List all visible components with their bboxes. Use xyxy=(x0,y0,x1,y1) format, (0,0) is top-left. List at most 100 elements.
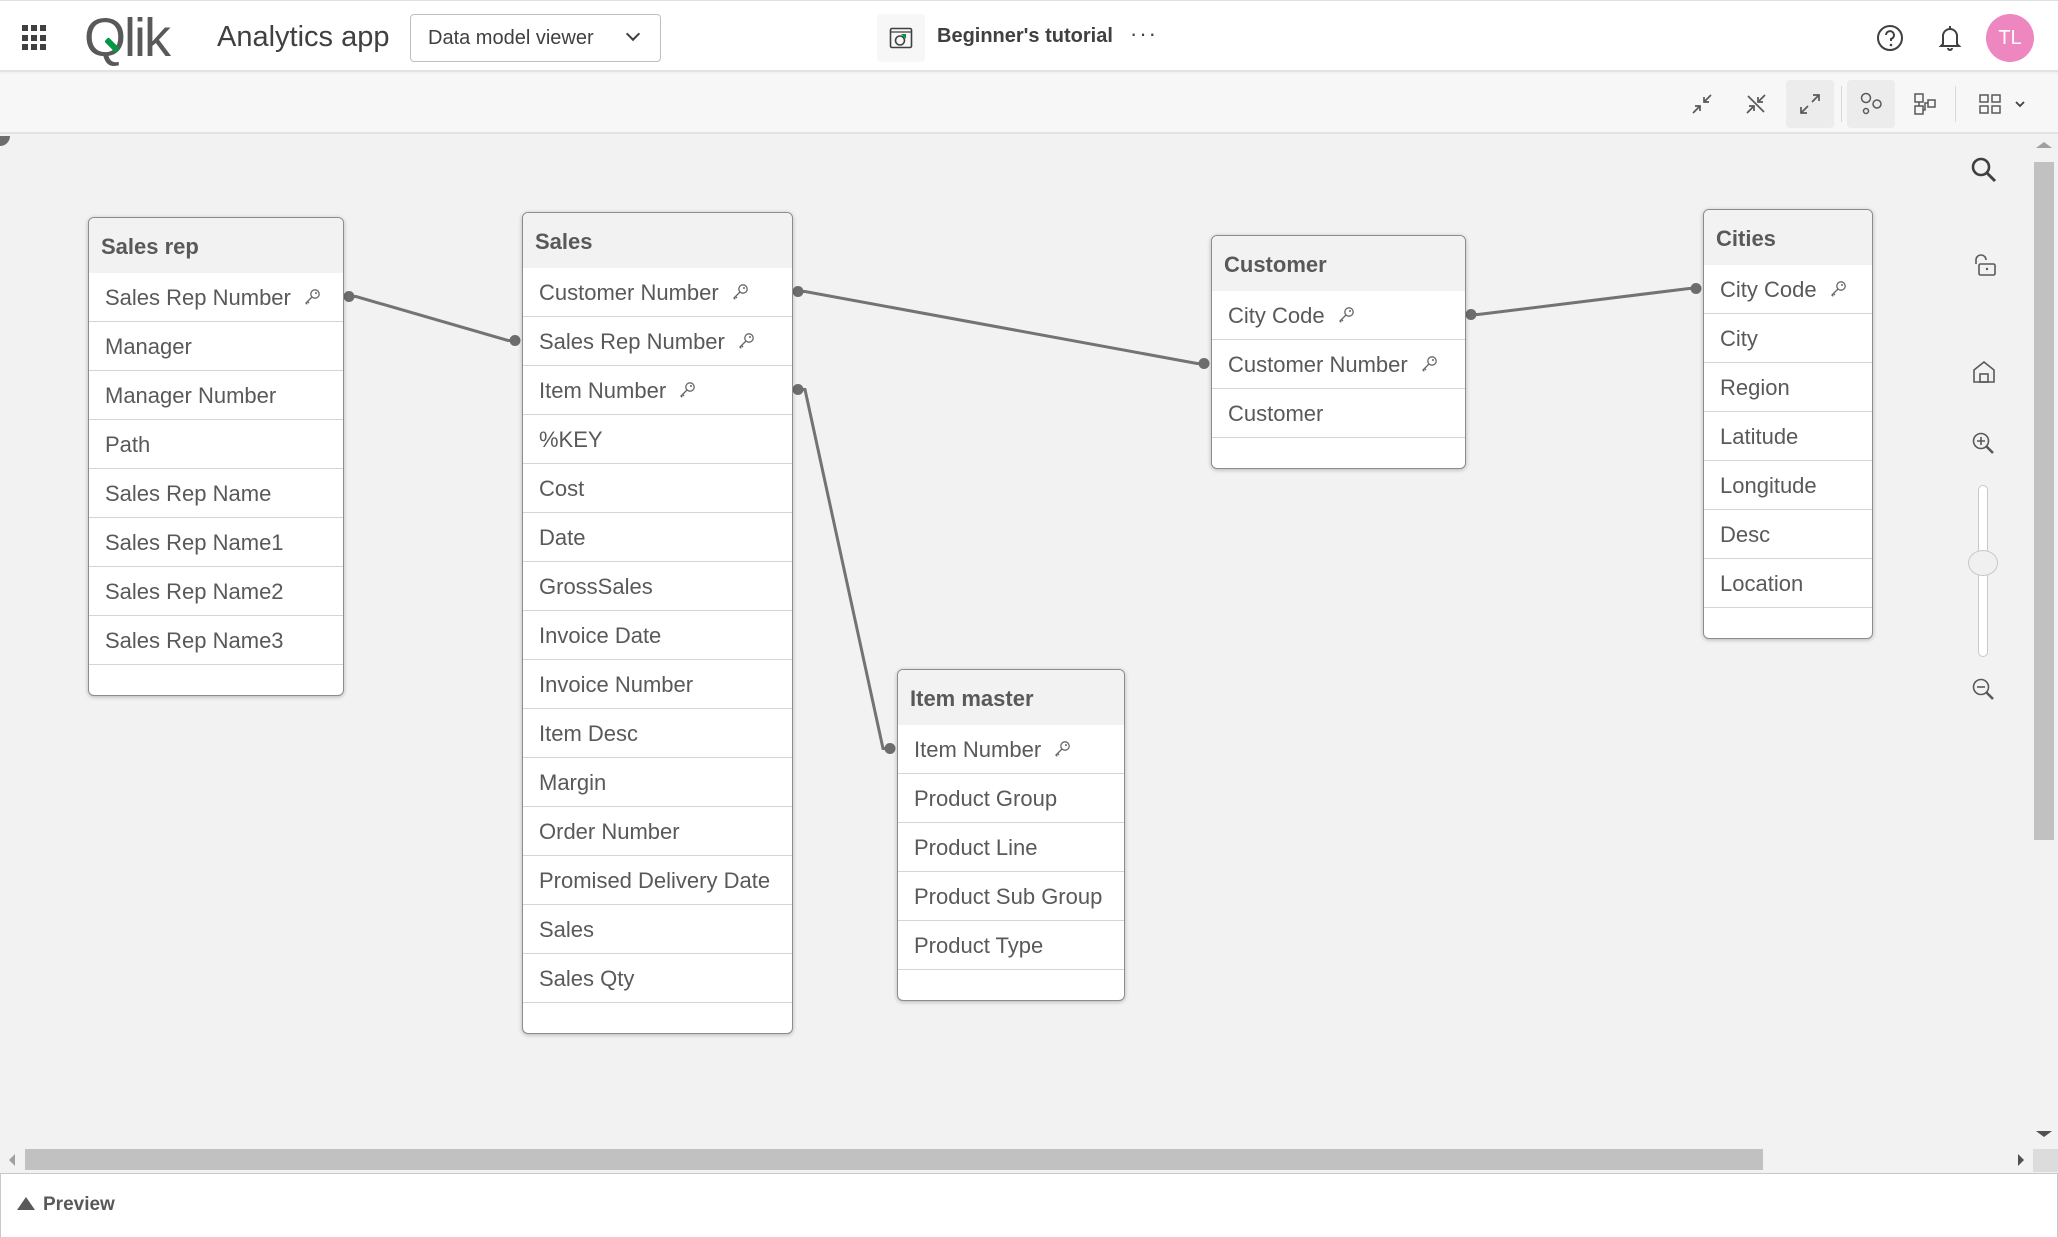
field-label: Sales xyxy=(539,917,595,942)
field-row[interactable]: Item Number xyxy=(523,366,792,415)
field-label: Sales Rep Name xyxy=(105,481,272,506)
association-endpoint xyxy=(792,286,804,297)
field-row[interactable]: Sales Rep Name xyxy=(89,469,343,518)
association-line-sales-rep-number[interactable] xyxy=(349,295,515,342)
field-row[interactable]: Sales Rep Name3 xyxy=(89,616,343,665)
field-row[interactable]: GrossSales xyxy=(523,562,792,611)
table-customer[interactable]: Customer City Code Customer Number Customer xyxy=(1211,235,1466,469)
field-row[interactable]: Manager xyxy=(89,322,343,371)
table-item-master[interactable]: Item master Item Number Product Group Produ… xyxy=(897,669,1125,1001)
help-icon[interactable] xyxy=(1875,23,1905,53)
key-icon xyxy=(1053,738,1071,764)
field-label: Sales Rep Number xyxy=(539,329,725,354)
field-row[interactable]: Invoice Date xyxy=(523,611,792,660)
field-row[interactable]: City Code xyxy=(1212,291,1465,340)
table-header[interactable]: Sales rep xyxy=(89,218,343,273)
association-endpoint xyxy=(1198,358,1210,369)
field-row[interactable]: Sales Rep Number xyxy=(89,273,343,322)
field-row[interactable]: Cost xyxy=(523,464,792,513)
collapse-all-button[interactable] xyxy=(1678,80,1726,128)
field-row[interactable]: Sales Rep Name1 xyxy=(89,518,343,567)
field-label: City xyxy=(1720,326,1758,351)
association-line-item-number[interactable] xyxy=(798,388,890,750)
preview-label: Preview xyxy=(43,1194,115,1215)
nav-select-dropdown[interactable]: Data model viewer xyxy=(410,14,661,62)
field-row[interactable]: Longitude xyxy=(1704,461,1872,510)
field-row[interactable]: Date xyxy=(523,513,792,562)
vertical-scrollbar[interactable] xyxy=(2030,136,2058,1149)
field-row[interactable]: Promised Delivery Date xyxy=(523,856,792,905)
field-row[interactable]: Sales Rep Name2 xyxy=(89,567,343,616)
field-row[interactable]: Customer xyxy=(1212,389,1465,438)
bubbles-icon xyxy=(1860,92,1882,115)
table-header[interactable]: Sales xyxy=(523,213,792,268)
table-header[interactable]: Customer xyxy=(1212,236,1465,291)
table-header[interactable]: Cities xyxy=(1704,210,1872,265)
data-model-canvas[interactable]: Sales rep Sales Rep Number Manager Manager … xyxy=(0,136,2030,1149)
expand-all-button[interactable] xyxy=(1786,80,1834,128)
field-row[interactable]: Customer Number xyxy=(1212,340,1465,389)
field-row[interactable]: %KEY xyxy=(523,415,792,464)
field-row[interactable]: Path xyxy=(89,420,343,469)
home-icon[interactable] xyxy=(1970,358,1998,386)
field-row[interactable]: Desc xyxy=(1704,510,1872,559)
field-label: Product Sub Group xyxy=(914,884,1103,909)
field-row[interactable]: Product Group xyxy=(898,774,1124,823)
scroll-right-arrow[interactable] xyxy=(2018,1154,2024,1166)
show-linked-button[interactable] xyxy=(1732,80,1780,128)
bell-icon[interactable] xyxy=(1935,23,1965,53)
scroll-down-arrow[interactable] xyxy=(2036,1131,2052,1137)
zoom-slider-thumb[interactable] xyxy=(1968,550,1998,576)
zoom-out-icon[interactable] xyxy=(1970,676,1998,704)
field-row[interactable]: Sales xyxy=(523,905,792,954)
scroll-up-arrow[interactable] xyxy=(2036,142,2052,148)
field-label: Location xyxy=(1720,571,1804,596)
preview-toggle-button[interactable]: Preview xyxy=(17,1194,115,1216)
vertical-scroll-thumb[interactable] xyxy=(2034,162,2054,840)
source-table-view-button[interactable] xyxy=(1901,80,1949,128)
table-cities[interactable]: Cities City Code City Region Latitude Longitu… xyxy=(1703,209,1873,639)
association-line-city-code[interactable] xyxy=(1471,287,1696,316)
more-options-button[interactable]: ··· xyxy=(1130,21,1158,47)
table-sales-rep[interactable]: Sales rep Sales Rep Number Manager Manager … xyxy=(88,217,344,696)
field-row[interactable]: Latitude xyxy=(1704,412,1872,461)
field-row[interactable]: Product Line xyxy=(898,823,1124,872)
field-label: Invoice Date xyxy=(539,623,662,648)
field-row[interactable]: Item Desc xyxy=(523,709,792,758)
field-row[interactable]: Customer Number xyxy=(523,268,792,317)
field-row[interactable]: Margin xyxy=(523,758,792,807)
field-row[interactable]: Product Type xyxy=(898,921,1124,970)
key-icon xyxy=(1420,353,1438,379)
table-footer xyxy=(89,665,343,695)
lock-icon[interactable] xyxy=(1970,252,1998,280)
search-icon[interactable] xyxy=(1970,156,1998,184)
horizontal-scroll-thumb[interactable] xyxy=(25,1149,1763,1170)
toolbar-divider xyxy=(1955,86,1956,122)
field-row[interactable]: Region xyxy=(1704,363,1872,412)
field-row[interactable]: Item Number xyxy=(898,725,1124,774)
table-header[interactable]: Item master xyxy=(898,670,1124,725)
field-row[interactable]: Manager Number xyxy=(89,371,343,420)
user-avatar[interactable]: TL xyxy=(1986,14,2034,62)
association-line-customer-number[interactable] xyxy=(798,290,1204,365)
horizontal-scrollbar[interactable] xyxy=(0,1149,2030,1172)
table-sales[interactable]: Sales Customer Number Sales Rep Number Item… xyxy=(522,212,793,1034)
field-row[interactable]: Invoice Number xyxy=(523,660,792,709)
field-label: Longitude xyxy=(1720,473,1817,498)
field-row[interactable]: City xyxy=(1704,314,1872,363)
key-icon xyxy=(731,281,749,307)
scroll-left-arrow[interactable] xyxy=(9,1154,15,1166)
field-row[interactable]: City Code xyxy=(1704,265,1872,314)
apps-grid-icon[interactable] xyxy=(22,25,48,51)
zoom-in-icon[interactable] xyxy=(1970,430,1998,458)
key-icon xyxy=(1829,278,1847,304)
field-row[interactable]: Product Sub Group xyxy=(898,872,1124,921)
field-row[interactable]: Order Number xyxy=(523,807,792,856)
layout-dropdown-button[interactable] xyxy=(1966,80,2036,128)
sheet-icon-button[interactable] xyxy=(877,14,925,62)
field-row[interactable]: Sales Qty xyxy=(523,954,792,1003)
field-row[interactable]: Location xyxy=(1704,559,1872,608)
qlik-logo[interactable]: Qlik xyxy=(84,11,171,65)
field-row[interactable]: Sales Rep Number xyxy=(523,317,792,366)
internal-table-view-button[interactable] xyxy=(1847,80,1895,128)
